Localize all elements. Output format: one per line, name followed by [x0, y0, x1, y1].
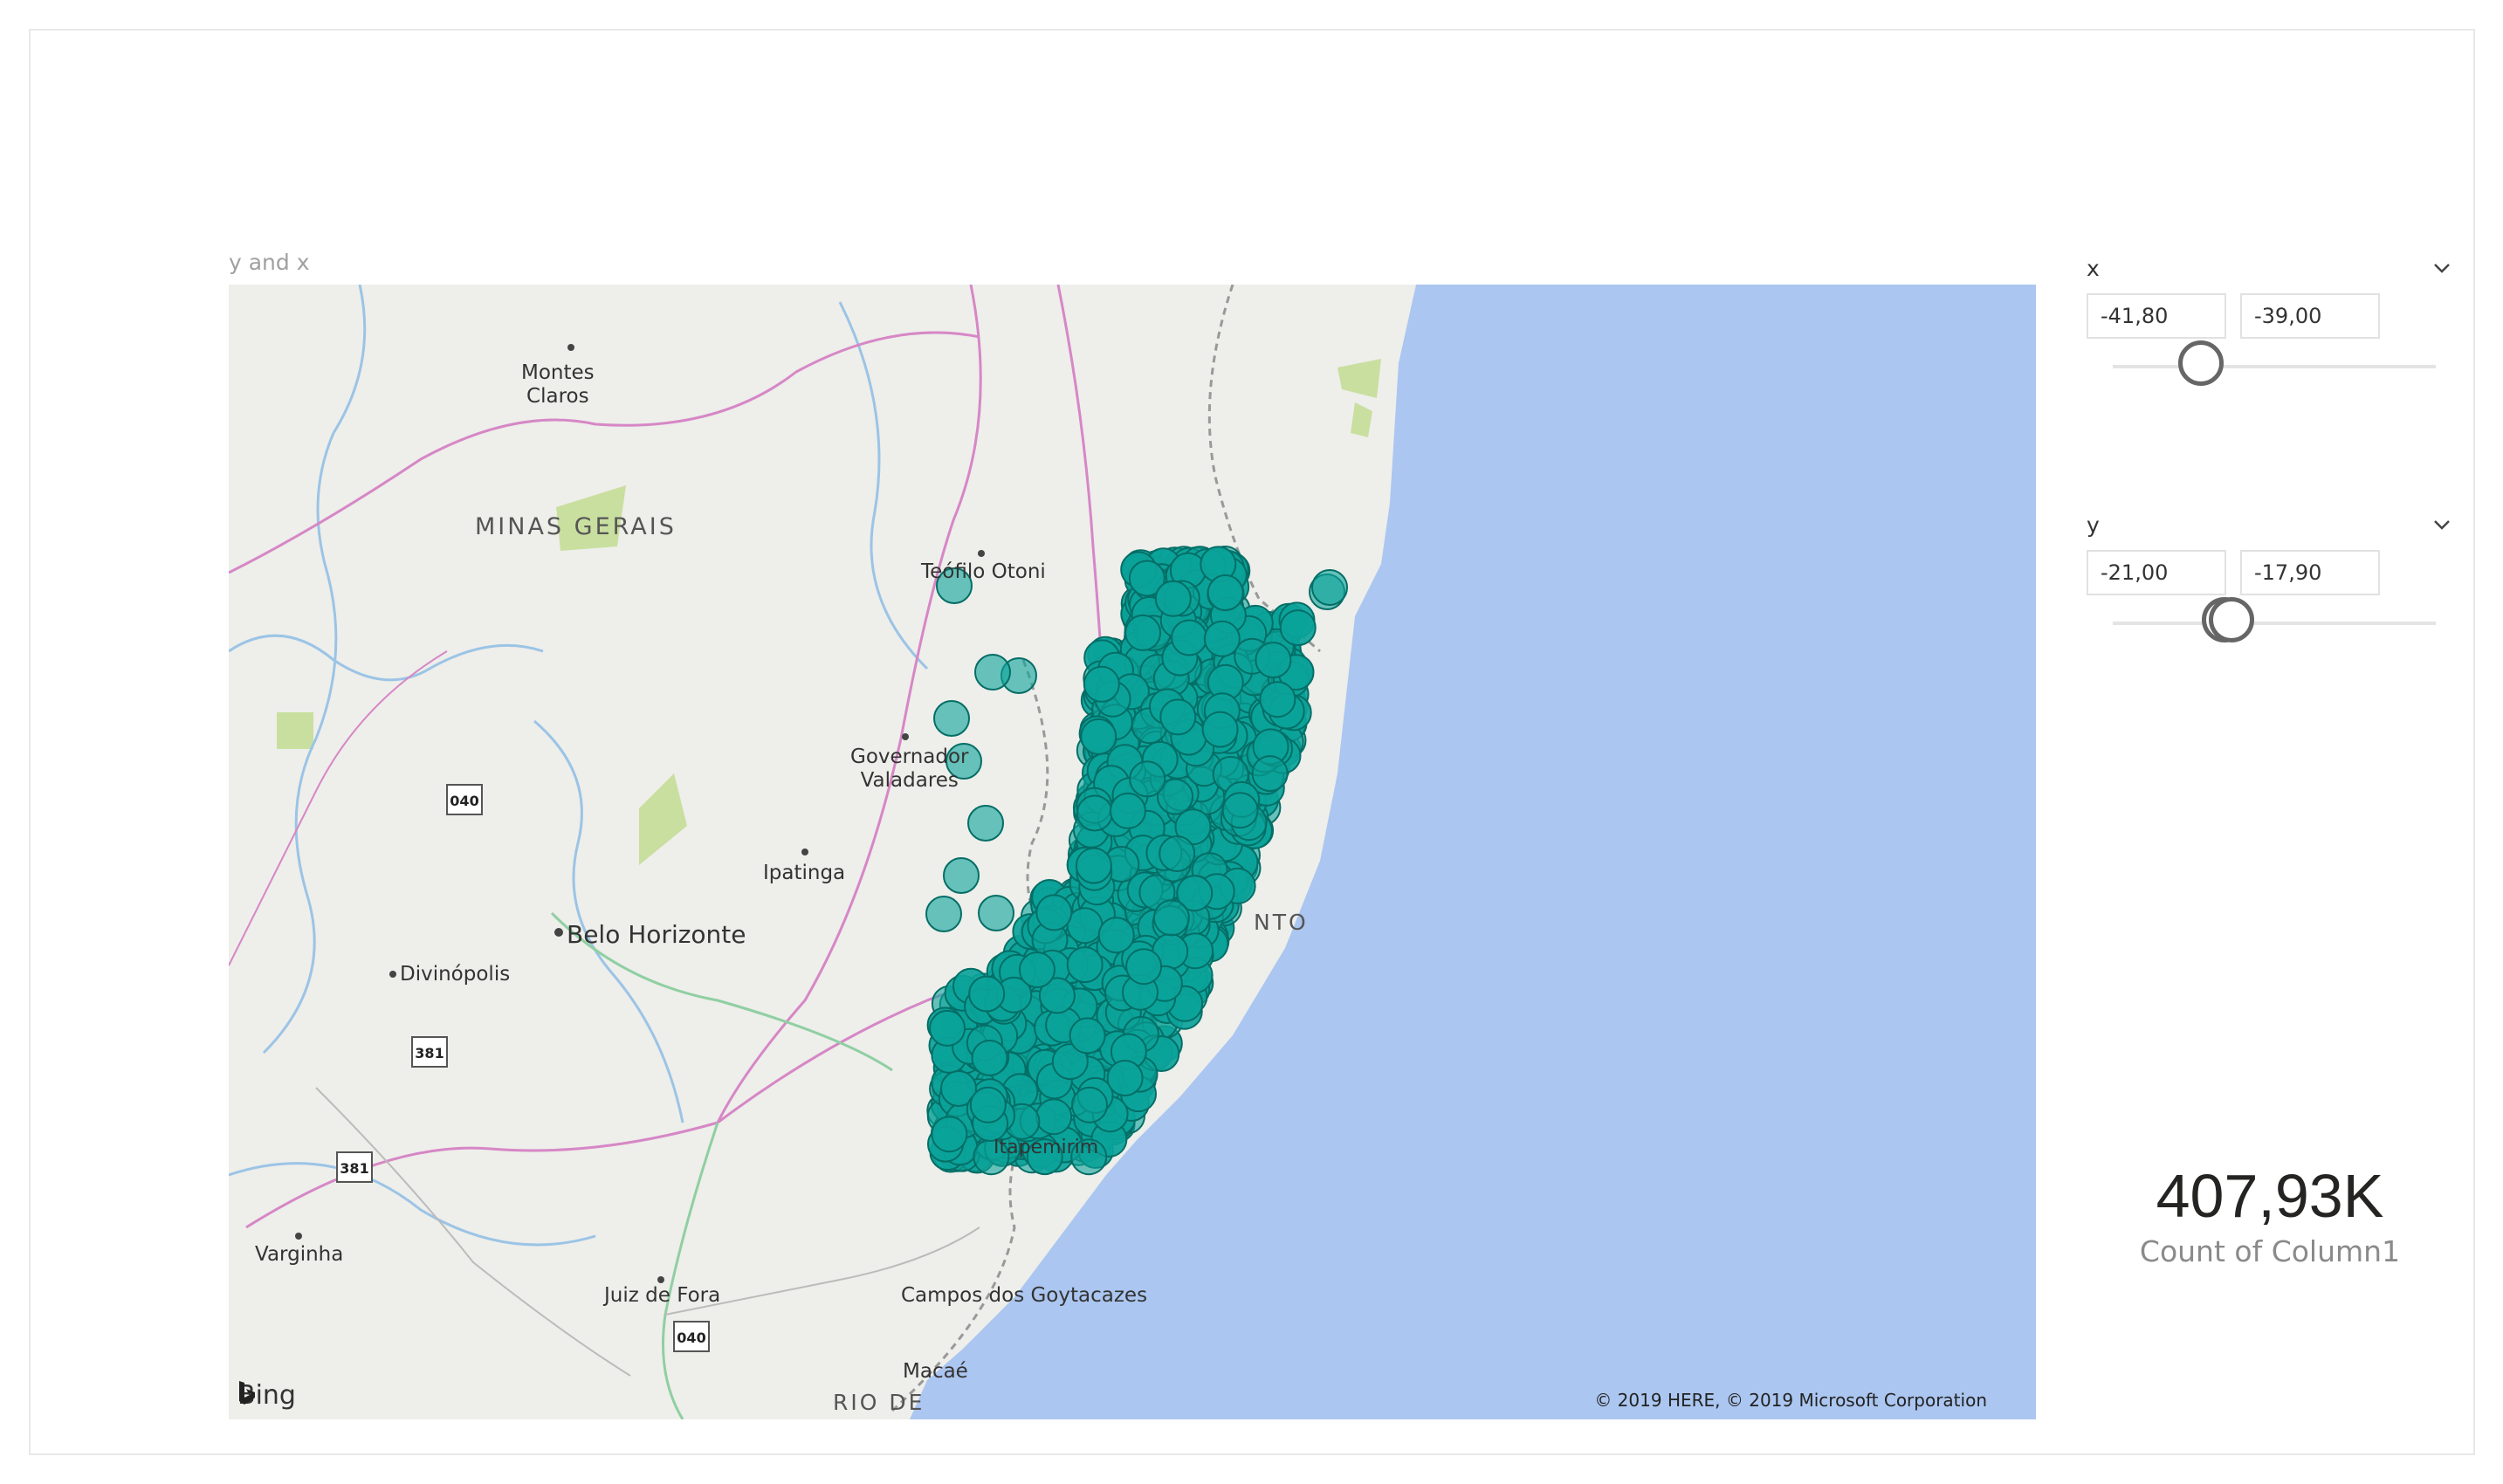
chevron-down-icon[interactable] [2431, 513, 2453, 536]
data-point-bubble[interactable] [1154, 580, 1192, 617]
data-point-bubble[interactable] [968, 975, 1006, 1013]
map-label-belo-horizonte: Belo Horizonte [567, 920, 746, 949]
data-point-bubble[interactable] [931, 1116, 968, 1153]
shield-040-b: 040 [673, 1321, 710, 1352]
data-point-bubble[interactable] [1018, 952, 1056, 988]
slicer-x: x -41,80 -39,00 [2087, 253, 2453, 386]
data-point-bubble[interactable] [1075, 847, 1112, 884]
data-point-bubble[interactable] [943, 857, 980, 894]
map-label-montes-claros: Montes Claros [521, 361, 595, 408]
data-point-bubble[interactable] [1207, 574, 1244, 611]
data-point-bubble[interactable] [925, 896, 962, 932]
svg-text:381: 381 [415, 1045, 444, 1061]
data-point-bubble[interactable] [969, 1086, 1007, 1123]
map-copyright[interactable]: © 2019 HERE, © 2019 Microsoft Corporatio… [1594, 1390, 1987, 1411]
map-label-rio-de: RIO DE [833, 1390, 925, 1415]
visual-title: y and x [229, 250, 310, 275]
data-point-bubble[interactable] [1203, 620, 1241, 657]
svg-text:040: 040 [450, 793, 478, 809]
kpi-card: 407,93K Count of Column1 [2087, 1161, 2453, 1268]
map-label-espirito-santo-partial: NTO [1254, 910, 1309, 935]
map-label-campos-dos-goytacazes: Campos dos Goytacazes [901, 1284, 1148, 1307]
data-point-bubble[interactable] [971, 1040, 1008, 1076]
city-dot-belo-horizonte [554, 928, 563, 937]
data-point-bubble[interactable] [1124, 614, 1162, 651]
city-dot-divinopolis [389, 971, 396, 978]
slicer-x-max-input[interactable]: -39,00 [2240, 293, 2380, 339]
data-point-bubble[interactable] [1159, 835, 1196, 872]
map-label-teofilo-otoni: Teófilo Otoni [921, 560, 1046, 583]
slicer-x-handle[interactable] [2178, 340, 2224, 386]
slicer-y-title: y [2087, 512, 2100, 538]
city-dot-montes-claros [567, 344, 574, 351]
data-point-bubble[interactable] [1152, 899, 1190, 937]
data-point-bubble[interactable] [978, 895, 1014, 931]
data-point-bubble[interactable] [1159, 698, 1197, 736]
city-dot-varginha [295, 1233, 302, 1240]
data-point-bubble[interactable] [1080, 718, 1117, 755]
data-point-bubble[interactable] [1106, 1060, 1144, 1096]
map-basemap: 040 381 381 040 [229, 285, 2036, 1419]
slicer-x-min-input[interactable]: -41,80 [2087, 293, 2226, 339]
card-value: 407,93K [2156, 1162, 2384, 1230]
map-label-macae: Macaé [903, 1360, 968, 1383]
shield-381-b: 381 [336, 1151, 373, 1183]
card-label: Count of Column1 [2139, 1234, 2401, 1268]
map-label-ipatinga: Ipatinga [763, 862, 846, 884]
slicer-y-track[interactable] [2113, 597, 2436, 642]
data-point-bubble[interactable] [1071, 1086, 1108, 1123]
data-point-bubble[interactable] [1259, 681, 1296, 718]
shield-040-a: 040 [446, 784, 483, 815]
svg-text:381: 381 [340, 1160, 368, 1177]
slicer-y-max-input[interactable]: -17,90 [2240, 550, 2380, 595]
data-point-bubble[interactable] [1129, 760, 1166, 798]
city-dot-governador-valadares [902, 733, 909, 740]
data-point-bubble[interactable] [1221, 792, 1259, 829]
map-label-varginha: Varginha [255, 1243, 344, 1266]
data-point-bubble[interactable] [1069, 1017, 1106, 1055]
data-point-bubble[interactable] [1097, 917, 1135, 954]
map-label-itapemirim: Itapemirim [994, 1137, 1099, 1158]
bing-logo-icon [239, 1381, 255, 1405]
data-point-bubble[interactable] [1255, 642, 1292, 679]
data-point-bubble[interactable] [1066, 946, 1104, 984]
chevron-down-icon[interactable] [2431, 257, 2453, 279]
data-point-bubble[interactable] [933, 700, 970, 737]
slicer-x-track[interactable] [2113, 340, 2436, 386]
data-point-bubble[interactable] [1201, 711, 1239, 748]
data-point-bubble[interactable] [974, 654, 1011, 690]
data-point-bubble[interactable] [1076, 794, 1113, 832]
data-point-bubble[interactable] [1035, 1098, 1073, 1136]
data-point-bubble[interactable] [1083, 665, 1120, 703]
data-point-bubble[interactable] [1125, 948, 1163, 986]
park-1 [277, 712, 313, 749]
data-point-bubble[interactable] [1311, 569, 1348, 606]
data-point-bubble[interactable] [1171, 619, 1208, 656]
city-dot-teofilo-otoni [978, 550, 985, 557]
data-point-bubble[interactable] [1066, 907, 1104, 945]
map-label-divinopolis: Divinópolis [400, 963, 511, 986]
slicer-x-title: x [2087, 255, 2100, 281]
shield-381-a: 381 [411, 1036, 448, 1068]
slicer-y-handle-max[interactable] [2209, 597, 2254, 642]
map-visual[interactable]: 040 381 381 040 Montes Claros MINAS GERAI… [229, 285, 2036, 1419]
data-point-bubble[interactable] [1279, 609, 1317, 647]
bing-attribution[interactable]: Bing [237, 1380, 296, 1411]
data-point-bubble[interactable] [1035, 894, 1073, 931]
svg-text:040: 040 [677, 1329, 705, 1346]
data-point-bubble[interactable] [967, 805, 1004, 842]
data-point-bubble[interactable] [1109, 792, 1146, 829]
slicer-y: y -21,00 -17,90 [2087, 510, 2453, 642]
slicer-y-min-input[interactable]: -21,00 [2087, 550, 2226, 595]
city-dot-ipatinga [801, 848, 808, 855]
data-point-bubble[interactable] [929, 1009, 966, 1047]
data-point-bubble[interactable] [1251, 755, 1289, 793]
city-dot-juiz-de-fora [657, 1276, 664, 1283]
map-label-juiz-de-fora: Juiz de Fora [604, 1284, 721, 1307]
map-label-governador-valadares: Governador Valadares [850, 745, 969, 792]
map-label-minas-gerais: MINAS GERAIS [475, 513, 677, 540]
